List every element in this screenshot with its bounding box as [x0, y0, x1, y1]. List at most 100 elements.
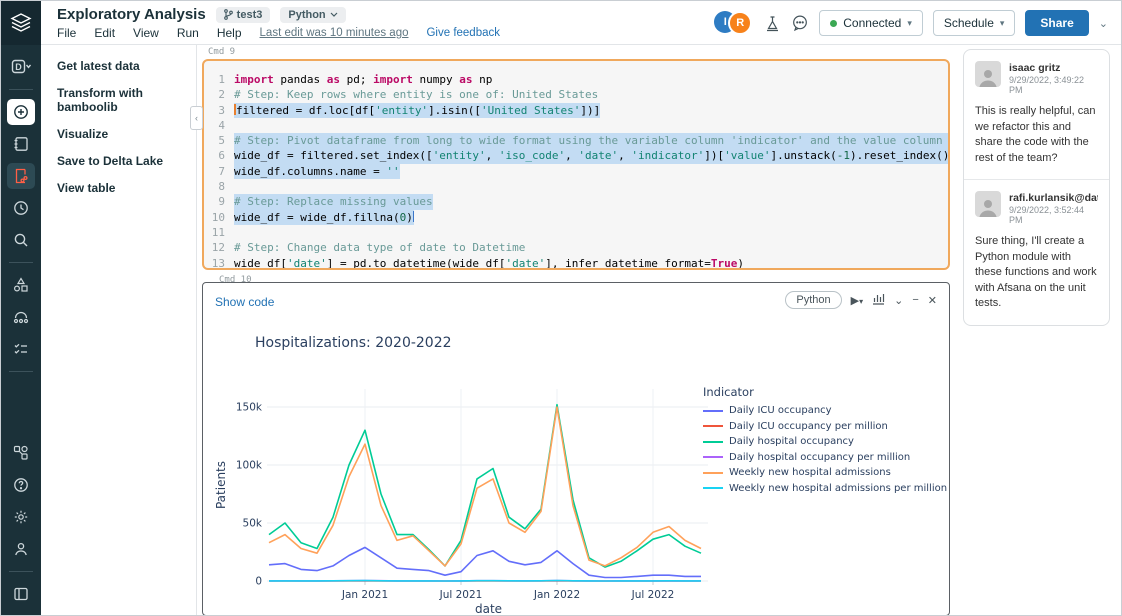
code-line-10[interactable]: 10wide_df = wide_df.fillna(0) — [204, 210, 948, 225]
run-cell-button[interactable]: ▶▾ — [851, 294, 863, 307]
code-line-13[interactable]: 13wide_df['date'] = pd.to_datetime(wide_… — [204, 256, 948, 270]
cell-collapse-chevron-icon[interactable]: ⌄ — [894, 294, 903, 307]
legend-entry[interactable]: Daily hospital occupancy per million — [703, 452, 947, 463]
workspace-switcher-icon[interactable]: D — [7, 54, 35, 80]
code-line-11[interactable]: 11 — [204, 225, 948, 240]
series-line-weekly-new-hospital-admissions-per-million — [269, 581, 701, 582]
code-line-5[interactable]: 5# Step: Pivot dataframe from long to wi… — [204, 133, 948, 148]
legend-entry[interactable]: Daily hospital occupancy — [703, 436, 947, 447]
databricks-logo-icon[interactable] — [1, 1, 41, 45]
chevron-down-icon — [330, 12, 338, 17]
chart-options-icon[interactable] — [872, 292, 885, 308]
legend-entry[interactable]: Weekly new hospital admissions — [703, 467, 947, 478]
share-button[interactable]: Share — [1025, 10, 1088, 36]
toc-item-transform-with-bamboolib[interactable]: Transform with bamboolib — [57, 82, 196, 118]
result-cell-cmd10[interactable]: Show code Python ▶▾ ⌄ − ✕ Hospitalizatio… — [202, 282, 950, 616]
chevron-down-icon: ▾ — [907, 18, 912, 29]
comment-item[interactable]: rafi.kurlansik@datab... 9/29/2022, 3:52:… — [964, 179, 1109, 325]
legend-entry[interactable]: Daily ICU occupancy — [703, 405, 947, 416]
legend-title: Indicator — [703, 385, 947, 399]
give-feedback-link[interactable]: Give feedback — [426, 27, 500, 39]
menu-file[interactable]: File — [57, 26, 76, 40]
toc-collapse-handle[interactable]: ‹ — [190, 106, 203, 130]
comment-body: This is really helpful, can we refactor … — [975, 104, 1098, 166]
comments-toggle-icon[interactable] — [791, 14, 809, 32]
show-code-link[interactable]: Show code — [215, 295, 274, 309]
cluster-connected-button[interactable]: Connected ▾ — [819, 10, 923, 36]
git-branch-badge[interactable]: test3 — [216, 7, 271, 23]
legend-entry[interactable]: Daily ICU occupancy per million — [703, 421, 947, 432]
rail-divider — [9, 262, 33, 263]
line-number: 2 — [204, 87, 234, 102]
toc-item-get-latest-data[interactable]: Get latest data — [57, 55, 196, 77]
partner-connect-icon[interactable] — [7, 440, 35, 466]
line-number: 6 — [204, 148, 234, 163]
cell-close-icon[interactable]: ✕ — [928, 294, 937, 307]
rail-divider — [9, 571, 33, 572]
notebook-header: Exploratory Analysis test3 Python File E… — [41, 1, 1122, 45]
comment-timestamp: 9/29/2022, 3:49:22 PM — [1009, 75, 1098, 95]
svg-text:Jul 2022: Jul 2022 — [631, 589, 675, 601]
toc-item-save-to-delta-lake[interactable]: Save to Delta Lake — [57, 150, 196, 172]
collaborator-avatars[interactable]: I R — [714, 11, 752, 35]
schedule-button[interactable]: Schedule ▾ — [933, 10, 1016, 36]
legend-swatch — [703, 456, 723, 458]
line-number: 5 — [204, 133, 234, 148]
notebook-active-icon[interactable] — [7, 163, 35, 189]
line-number: 3 — [204, 103, 234, 118]
code-line-7[interactable]: 7wide_df.columns.name = '' — [204, 164, 948, 179]
help-icon[interactable] — [7, 472, 35, 498]
search-icon[interactable] — [7, 227, 35, 253]
code-cell-cmd9[interactable]: 1import pandas as pd; import numpy as np… — [202, 59, 950, 270]
comment-item[interactable]: isaac gritz 9/29/2022, 3:49:22 PM This i… — [964, 50, 1109, 179]
menu-run[interactable]: Run — [177, 26, 199, 40]
avatar-r[interactable]: R — [728, 11, 752, 35]
code-line-3[interactable]: 3filtered = df.loc[df['entity'].isin(['U… — [204, 103, 948, 118]
connected-label: Connected — [843, 16, 901, 30]
line-number: 12 — [204, 240, 234, 255]
tasks-checklist-icon[interactable] — [7, 336, 35, 362]
svg-text:0: 0 — [255, 576, 262, 588]
legend-label: Daily ICU occupancy — [729, 405, 832, 416]
comments-panel: isaac gritz 9/29/2022, 3:49:22 PM This i… — [963, 49, 1110, 326]
workflows-icon[interactable] — [7, 304, 35, 330]
new-button[interactable] — [7, 99, 35, 125]
settings-gear-icon[interactable] — [7, 504, 35, 530]
code-line-4[interactable]: 4 — [204, 118, 948, 133]
legend-entry[interactable]: Weekly new hospital admissions per milli… — [703, 483, 947, 494]
svg-text:150k: 150k — [236, 402, 263, 414]
comment-timestamp: 9/29/2022, 3:52:44 PM — [1009, 205, 1098, 225]
code-line-1[interactable]: 1import pandas as pd; import numpy as np — [204, 72, 948, 87]
menu-edit[interactable]: Edit — [94, 26, 115, 40]
svg-text:date: date — [475, 602, 502, 615]
code-line-8[interactable]: 8 — [204, 179, 948, 194]
menu-help[interactable]: Help — [217, 26, 242, 40]
connected-status-dot — [830, 20, 837, 27]
cell-language-pill[interactable]: Python — [785, 291, 841, 309]
data-icon[interactable] — [7, 272, 35, 298]
workspace-icon[interactable] — [7, 131, 35, 157]
last-edit-status[interactable]: Last edit was 10 minutes ago — [260, 27, 409, 39]
line-number: 4 — [204, 118, 234, 133]
line-number: 8 — [204, 179, 234, 194]
cell-minimize-icon[interactable]: − — [912, 294, 918, 306]
comment-thread: isaac gritz 9/29/2022, 3:49:22 PM This i… — [963, 49, 1110, 326]
recents-icon[interactable] — [7, 195, 35, 221]
code-line-2[interactable]: 2# Step: Keep rows where entity is one o… — [204, 87, 948, 102]
toc-item-visualize[interactable]: Visualize — [57, 123, 196, 145]
toc-item-view-table[interactable]: View table — [57, 177, 196, 199]
left-navigation-rail: D — [1, 1, 41, 616]
language-selector[interactable]: Python — [280, 7, 345, 23]
panel-toggle-icon[interactable] — [7, 581, 35, 607]
menu-view[interactable]: View — [133, 26, 159, 40]
code-line-9[interactable]: 9# Step: Replace missing values — [204, 194, 948, 209]
line-number: 7 — [204, 164, 234, 179]
code-line-6[interactable]: 6wide_df = filtered.set_index(['entity',… — [204, 148, 948, 163]
header-collapse-chevron-icon[interactable]: ⌄ — [1099, 17, 1108, 30]
branch-name: test3 — [237, 9, 263, 21]
legend-label: Weekly new hospital admissions per milli… — [729, 483, 947, 494]
code-line-12[interactable]: 12# Step: Change data type of date to Da… — [204, 240, 948, 255]
experiment-icon[interactable] — [764, 15, 781, 32]
account-icon[interactable] — [7, 536, 35, 562]
notebook-title: Exploratory Analysis — [57, 6, 206, 23]
